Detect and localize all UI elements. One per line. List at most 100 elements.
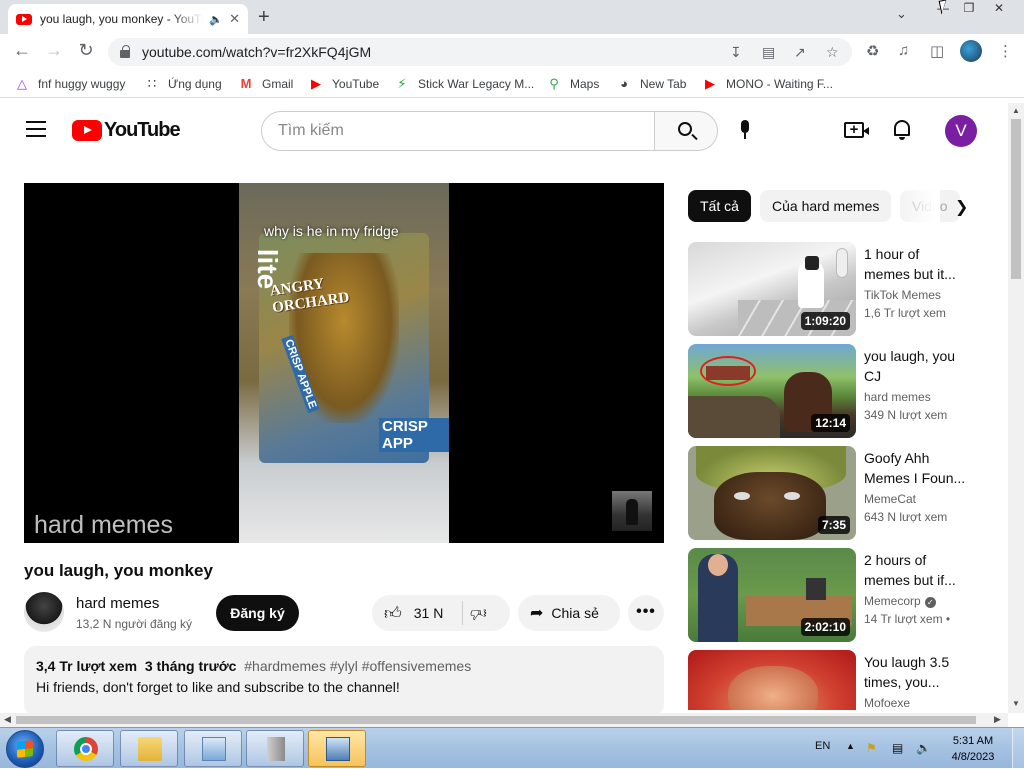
- taskbar-explorer[interactable]: [120, 730, 178, 767]
- tab-close-icon[interactable]: ✕: [229, 11, 240, 27]
- clock-date: 4/8/2023: [951, 751, 995, 763]
- bookmark-star-icon[interactable]: ☆: [826, 44, 839, 61]
- browser-toolbar: ← → ↻ youtube.com/watch?v=fr2XkFQ4jGM ↧ …: [0, 34, 1024, 70]
- chip-all[interactable]: Tất cả: [688, 190, 751, 222]
- rec-channel: TikTok Memes: [864, 288, 941, 302]
- taskbar-chrome[interactable]: [56, 730, 114, 767]
- recommendation-item[interactable]: You laugh 3.5 times, you... Mofoexe: [688, 650, 988, 710]
- youtube-icon: ▶: [705, 76, 715, 91]
- channel-avatar[interactable]: [24, 592, 64, 632]
- hashtags[interactable]: #hardmemes #ylyl #offensivememes: [244, 658, 471, 674]
- share-page-icon[interactable]: ↗: [794, 44, 806, 61]
- horizontal-scrollbar[interactable]: ◀ ▶: [0, 713, 1008, 727]
- forward-arrow-icon[interactable]: →: [42, 40, 66, 61]
- reload-icon[interactable]: ↻: [74, 40, 98, 61]
- rec-title[interactable]: You laugh 3.5 times, you...: [864, 652, 968, 692]
- volume-muted-icon[interactable]: 🔈: [916, 741, 931, 755]
- scroll-right-icon[interactable]: ▶: [994, 714, 1001, 725]
- scroll-left-icon[interactable]: ◀: [4, 714, 11, 725]
- view-count: 3,4 Tr lượt xem: [36, 658, 138, 674]
- start-button[interactable]: [6, 730, 44, 768]
- browser-tab[interactable]: you laugh, you monkey - YouTube 🔈 ✕: [8, 4, 248, 34]
- youtube-favicon-icon: [16, 13, 32, 25]
- new-tab-button[interactable]: +: [258, 6, 270, 29]
- create-video-icon[interactable]: +: [844, 122, 869, 138]
- bookmark-item[interactable]: ▶ MONO - Waiting F...: [702, 76, 833, 92]
- description-box[interactable]: 3,4 Tr lượt xem 3 tháng trước #hardmemes…: [24, 646, 664, 716]
- side-panel-icon[interactable]: ◫: [930, 42, 944, 60]
- youtube-logo[interactable]: YouTube: [72, 119, 181, 142]
- bookmark-item[interactable]: ◕ New Tab: [616, 76, 686, 91]
- scroll-down-icon[interactable]: ▼: [1012, 699, 1020, 708]
- show-desktop-button[interactable]: [1012, 728, 1024, 769]
- hamburger-menu-icon[interactable]: [26, 121, 46, 137]
- account-avatar[interactable]: V: [945, 115, 977, 147]
- back-arrow-icon[interactable]: ←: [10, 40, 34, 61]
- share-button[interactable]: ➦ Chia sẻ: [518, 595, 620, 631]
- bookmark-item[interactable]: △ fnf huggy wuggy: [14, 76, 125, 92]
- video-thumbnail[interactable]: [688, 650, 856, 710]
- recommendation-item[interactable]: 1:09:20 1 hour of memes but it... TikTok…: [688, 242, 988, 336]
- video-watermark: hard memes: [34, 511, 173, 539]
- bookmark-item[interactable]: ▶ YouTube: [308, 76, 379, 92]
- lock-icon[interactable]: [120, 45, 130, 58]
- scroll-up-icon[interactable]: ▲: [1012, 106, 1020, 115]
- restore-button[interactable]: ❐: [956, 0, 982, 18]
- chevron-right-icon[interactable]: ❯: [955, 197, 968, 217]
- media-control-icon[interactable]: ♫: [898, 42, 909, 59]
- recommendation-item[interactable]: 12:14 you laugh, you CJ hard memes 349 N…: [688, 344, 988, 438]
- profile-avatar[interactable]: [960, 40, 982, 62]
- speaker-icon[interactable]: 🔈: [209, 13, 223, 26]
- bookmark-item[interactable]: ⚲ Maps: [546, 76, 599, 92]
- chip-channel[interactable]: Của hard memes: [760, 190, 892, 222]
- rec-title[interactable]: you laugh, you CJ: [864, 346, 968, 386]
- thumbs-up-icon: 👍︎: [384, 603, 402, 623]
- recommendation-item[interactable]: 7:35 Goofy Ahh Memes I Foun... MemeCat 6…: [688, 446, 988, 540]
- video-player[interactable]: lite ANGRY ORCHARD CRISP APPLE CRISP APP …: [24, 183, 664, 543]
- lightning-icon: ⚡: [397, 76, 407, 91]
- video-thumbnail[interactable]: 12:14: [688, 344, 856, 438]
- video-thumbnail[interactable]: 1:09:20: [688, 242, 856, 336]
- translate-icon[interactable]: ▤: [762, 44, 775, 61]
- tab-search-chevron-icon[interactable]: ⌄: [896, 6, 907, 22]
- show-hidden-icons-icon[interactable]: ▲: [846, 741, 855, 751]
- network-icon[interactable]: ▤: [892, 741, 903, 755]
- system-clock[interactable]: 5:31 AM 4/8/2023: [940, 733, 1006, 765]
- language-indicator[interactable]: EN: [815, 740, 830, 752]
- like-button[interactable]: 👍︎ 31 N: [372, 595, 462, 631]
- rec-views: 1,6 Tr lượt xem: [864, 306, 946, 320]
- rec-title[interactable]: 1 hour of memes but it...: [864, 244, 968, 284]
- taskbar-remote-desktop[interactable]: [308, 730, 366, 767]
- notifications-bell-icon[interactable]: [892, 120, 912, 142]
- video-thumbnail[interactable]: 2:02:10: [688, 548, 856, 642]
- recommendation-item[interactable]: 2:02:10 2 hours of memes but if... Memec…: [688, 548, 988, 642]
- extensions-puzzle-icon[interactable]: ♻: [866, 42, 879, 60]
- kebab-menu-icon[interactable]: ⋮: [998, 42, 1013, 60]
- remote-desktop-icon: [326, 737, 350, 761]
- search-button[interactable]: [654, 111, 718, 151]
- more-actions-button[interactable]: •••: [628, 595, 664, 631]
- taskbar-server-manager[interactable]: [246, 730, 304, 767]
- bookmark-item[interactable]: ∷ Ứng dụng: [144, 76, 222, 92]
- scrollbar-thumb[interactable]: [1011, 119, 1021, 279]
- taskbar-control-panel[interactable]: [184, 730, 242, 767]
- search-input[interactable]: Tìm kiếm: [261, 111, 655, 151]
- like-dislike-group: 👍︎ 31 N 👍︎: [372, 595, 510, 631]
- microphone-icon[interactable]: [739, 120, 751, 142]
- install-app-icon[interactable]: ↧: [730, 44, 742, 61]
- channel-name[interactable]: hard memes: [76, 595, 159, 612]
- rec-views: 349 N lượt xem: [864, 408, 948, 422]
- subscribe-button[interactable]: Đăng ký: [216, 595, 299, 631]
- channel-watermark-thumbnail[interactable]: [612, 491, 652, 531]
- rec-title[interactable]: Goofy Ahh Memes I Foun...: [864, 448, 968, 488]
- scrollbar-thumb[interactable]: [16, 716, 976, 724]
- vertical-scrollbar[interactable]: ▲ ▼: [1008, 103, 1024, 713]
- action-center-flag-icon[interactable]: ⚑: [866, 741, 877, 755]
- thumbs-down-icon[interactable]: 👍︎: [470, 603, 487, 622]
- close-window-button[interactable]: ✕: [986, 0, 1012, 18]
- taskbar: EN ▲ ⚑ ▤ 🔈 5:31 AM 4/8/2023: [0, 727, 1024, 769]
- bookmark-item[interactable]: M Gmail: [238, 76, 294, 91]
- video-thumbnail[interactable]: 7:35: [688, 446, 856, 540]
- rec-title[interactable]: 2 hours of memes but if...: [864, 550, 968, 590]
- bookmark-item[interactable]: ⚡ Stick War Legacy M...: [394, 76, 534, 92]
